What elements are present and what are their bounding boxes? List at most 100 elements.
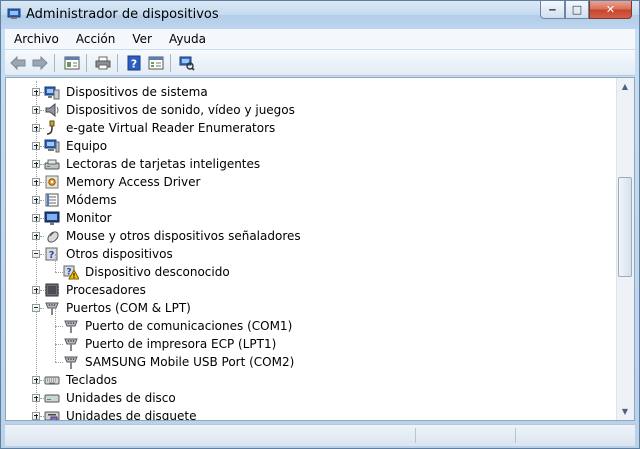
expand-icon[interactable] bbox=[32, 88, 40, 96]
monitor-icon bbox=[44, 211, 60, 225]
back-icon bbox=[10, 56, 26, 70]
tree-item-label: Dispositivo desconocido bbox=[85, 265, 230, 279]
collapse-icon[interactable] bbox=[32, 304, 40, 312]
tree-category[interactable]: Módems bbox=[6, 191, 606, 209]
expand-icon[interactable] bbox=[32, 376, 40, 384]
tree-item-label: Puerto de impresora ECP (LPT1) bbox=[85, 337, 277, 351]
expand-icon[interactable] bbox=[32, 394, 40, 402]
expand-icon[interactable] bbox=[32, 232, 40, 240]
mouse-icon bbox=[47, 231, 59, 243]
window-title: Administrador de dispositivos bbox=[26, 7, 219, 22]
tree-category[interactable]: ? Otros dispositivos bbox=[6, 245, 606, 263]
tree-item-label: Unidades de disquete bbox=[66, 409, 197, 421]
system-devices-icon bbox=[44, 86, 60, 100]
back-button[interactable] bbox=[9, 54, 27, 72]
tree-item-label: Teclados bbox=[66, 373, 118, 387]
toolbar: ? bbox=[5, 50, 635, 76]
tree-line bbox=[55, 254, 56, 272]
tree-line bbox=[55, 326, 63, 327]
menu-archivo[interactable]: Archivo bbox=[5, 29, 67, 49]
tree-category[interactable]: Dispositivos de sistema bbox=[6, 83, 606, 101]
maximize-icon: □ bbox=[571, 3, 583, 16]
scan-hardware-button[interactable] bbox=[178, 54, 196, 72]
scroll-down-button[interactable]: ▼ bbox=[617, 403, 633, 420]
driver-icon bbox=[45, 175, 59, 189]
tree-item-label: Procesadores bbox=[66, 283, 146, 297]
tree-category[interactable]: Dispositivos de sonido, vídeo y juegos bbox=[6, 101, 606, 119]
tree-category[interactable]: Equipo bbox=[6, 137, 606, 155]
expand-icon[interactable] bbox=[32, 196, 40, 204]
toolbar-separator bbox=[117, 54, 118, 72]
tree-category[interactable]: Unidades de disco bbox=[6, 389, 606, 407]
tree-line bbox=[55, 362, 63, 363]
toolbar-separator bbox=[170, 54, 171, 72]
port-icon bbox=[64, 320, 78, 333]
tree-line bbox=[55, 344, 63, 345]
tree-item-label: Puerto de comunicaciones (COM1) bbox=[85, 319, 293, 333]
view-button[interactable] bbox=[147, 54, 165, 72]
menu-ayuda[interactable]: Ayuda bbox=[160, 29, 214, 49]
tree-category[interactable]: Monitor bbox=[6, 209, 606, 227]
tree-category[interactable]: Unidades de disquete bbox=[6, 407, 606, 421]
expand-icon[interactable] bbox=[32, 214, 40, 222]
tree-device[interactable]: ? Dispositivo desconocido bbox=[6, 254, 606, 281]
title-bar[interactable]: Administrador de dispositivos ‒ □ ✕ bbox=[1, 1, 639, 29]
scan-hardware-icon bbox=[179, 56, 195, 71]
expand-icon[interactable] bbox=[32, 178, 40, 186]
tree-item-label: SAMSUNG Mobile USB Port (COM2) bbox=[85, 355, 295, 369]
view-icon bbox=[148, 56, 164, 70]
device-manager-window: Administrador de dispositivos ‒ □ ✕ Arch… bbox=[0, 0, 640, 449]
collapse-icon[interactable] bbox=[32, 250, 40, 258]
expand-icon[interactable] bbox=[32, 412, 40, 420]
tree-device[interactable]: SAMSUNG Mobile USB Port (COM2) bbox=[6, 344, 606, 371]
tree-item-label: Otros dispositivos bbox=[66, 247, 173, 261]
svg-text:?: ? bbox=[131, 58, 137, 71]
forward-button[interactable] bbox=[31, 54, 49, 72]
close-button[interactable]: ✕ bbox=[589, 1, 632, 19]
scroll-down-icon: ▼ bbox=[621, 407, 629, 416]
tree-category[interactable]: Memory Access Driver bbox=[6, 173, 606, 191]
scroll-up-button[interactable]: ▲ bbox=[617, 78, 633, 95]
toolbar-separator bbox=[54, 54, 55, 72]
tree-device[interactable]: Puerto de impresora ECP (LPT1) bbox=[6, 326, 606, 353]
tree-item-label: Dispositivos de sistema bbox=[66, 85, 208, 99]
tree-device[interactable]: Puerto de comunicaciones (COM1) bbox=[6, 308, 606, 335]
tree-item-label: Puertos (COM & LPT) bbox=[66, 301, 191, 315]
menu-ver[interactable]: Ver bbox=[123, 29, 160, 49]
tree-item-label: Mouse y otros dispositivos señaladores bbox=[66, 229, 301, 243]
status-bar bbox=[5, 424, 635, 446]
port-icon bbox=[64, 338, 78, 351]
tree-category[interactable]: Teclados bbox=[6, 371, 606, 389]
minimize-icon: ‒ bbox=[548, 3, 557, 16]
vertical-scrollbar[interactable]: ▲ ▼ bbox=[616, 78, 634, 420]
warning-device-icon: ? bbox=[63, 265, 79, 280]
tree-category[interactable]: e-gate Virtual Reader Enumerators bbox=[6, 119, 606, 137]
tree-item-label: Equipo bbox=[66, 139, 108, 153]
expand-icon[interactable] bbox=[32, 142, 40, 150]
scroll-thumb[interactable] bbox=[618, 177, 632, 277]
expand-icon[interactable] bbox=[32, 106, 40, 114]
toolbar-separator bbox=[86, 54, 87, 72]
expand-icon[interactable] bbox=[32, 160, 40, 168]
plug-icon bbox=[46, 120, 55, 135]
help-icon: ? bbox=[127, 55, 141, 71]
print-button[interactable] bbox=[94, 54, 112, 72]
tree-category[interactable]: Mouse y otros dispositivos señaladores bbox=[6, 227, 606, 245]
tree-line bbox=[55, 308, 56, 326]
minimize-button[interactable]: ‒ bbox=[540, 1, 565, 19]
device-tree[interactable]: Dispositivos de sistema Dispositivos de s… bbox=[5, 77, 635, 421]
help-button[interactable]: ? bbox=[125, 54, 143, 72]
tree-category[interactable]: Procesadores bbox=[6, 281, 606, 299]
expand-icon[interactable] bbox=[32, 124, 40, 132]
menu-bar: Archivo Acción Ver Ayuda bbox=[5, 29, 635, 49]
expand-icon[interactable] bbox=[32, 286, 40, 294]
menu-accion[interactable]: Acción bbox=[67, 29, 123, 49]
tree-item-label: Lectoras de tarjetas inteligentes bbox=[66, 157, 261, 171]
tree-category[interactable]: Lectoras de tarjetas inteligentes bbox=[6, 155, 606, 173]
port-icon bbox=[64, 356, 78, 369]
tree-category[interactable]: Puertos (COM & LPT) bbox=[6, 299, 606, 317]
properties-icon bbox=[64, 56, 80, 70]
properties-button[interactable] bbox=[63, 54, 81, 72]
maximize-button[interactable]: □ bbox=[565, 1, 589, 19]
processor-icon bbox=[45, 283, 59, 297]
